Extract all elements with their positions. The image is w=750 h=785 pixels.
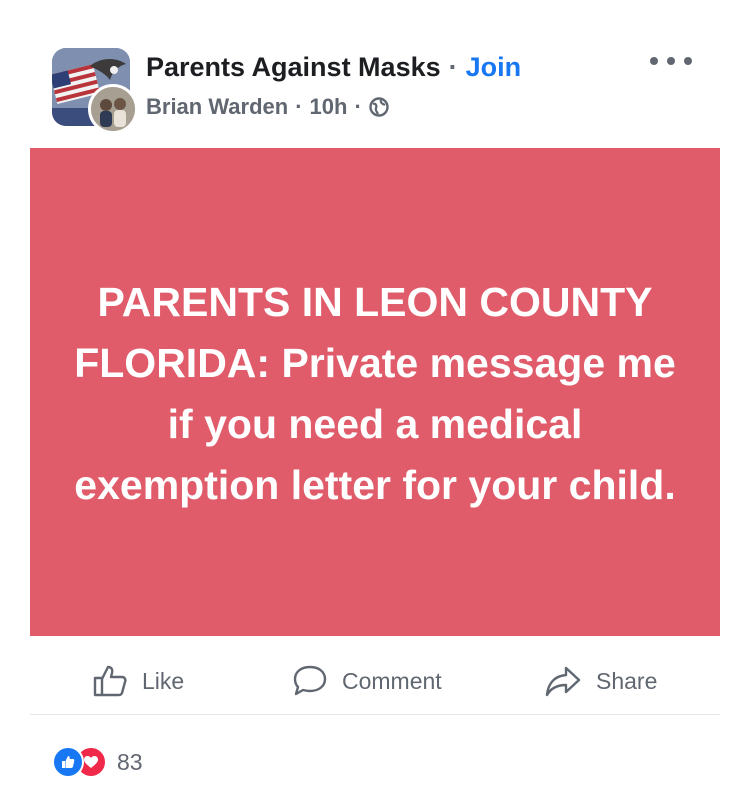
post-text-card[interactable]: PARENTS IN LEON COUNTY FLORIDA: Private … bbox=[30, 148, 720, 636]
author-avatar[interactable] bbox=[88, 84, 138, 134]
more-dot bbox=[667, 57, 675, 65]
globe-icon bbox=[369, 97, 389, 117]
post-timestamp[interactable]: 10h bbox=[310, 94, 348, 120]
share-arrow-icon bbox=[545, 666, 581, 697]
post-actions-bar: Like Comment Share bbox=[30, 648, 720, 715]
more-dot bbox=[650, 57, 658, 65]
comment-label: Comment bbox=[342, 667, 442, 694]
reaction-count: 83 bbox=[117, 748, 143, 775]
join-button[interactable]: Join bbox=[466, 52, 522, 83]
share-label: Share bbox=[596, 667, 658, 694]
like-reaction-icon bbox=[52, 746, 84, 778]
separator-dot: · bbox=[354, 94, 362, 119]
thumbs-up-icon bbox=[93, 665, 127, 697]
comment-button[interactable]: Comment bbox=[292, 660, 442, 702]
more-dot bbox=[684, 57, 692, 65]
separator-dot: · bbox=[295, 94, 303, 119]
comment-bubble-icon bbox=[293, 665, 327, 696]
share-button[interactable]: Share bbox=[544, 660, 657, 702]
like-label: Like bbox=[142, 667, 185, 694]
reactions-summary[interactable]: 83 bbox=[52, 745, 143, 779]
more-options-icon[interactable] bbox=[650, 50, 692, 72]
author-photo bbox=[91, 87, 135, 131]
post-text: PARENTS IN LEON COUNTY FLORIDA: Private … bbox=[74, 279, 676, 508]
separator-dot: · bbox=[448, 51, 458, 82]
author-name-link[interactable]: Brian Warden bbox=[146, 94, 288, 120]
like-button[interactable]: Like bbox=[92, 660, 184, 702]
group-name-link[interactable]: Parents Against Masks bbox=[146, 52, 441, 83]
post-header: Parents Against Masks · Join Brian Warde… bbox=[0, 0, 750, 140]
